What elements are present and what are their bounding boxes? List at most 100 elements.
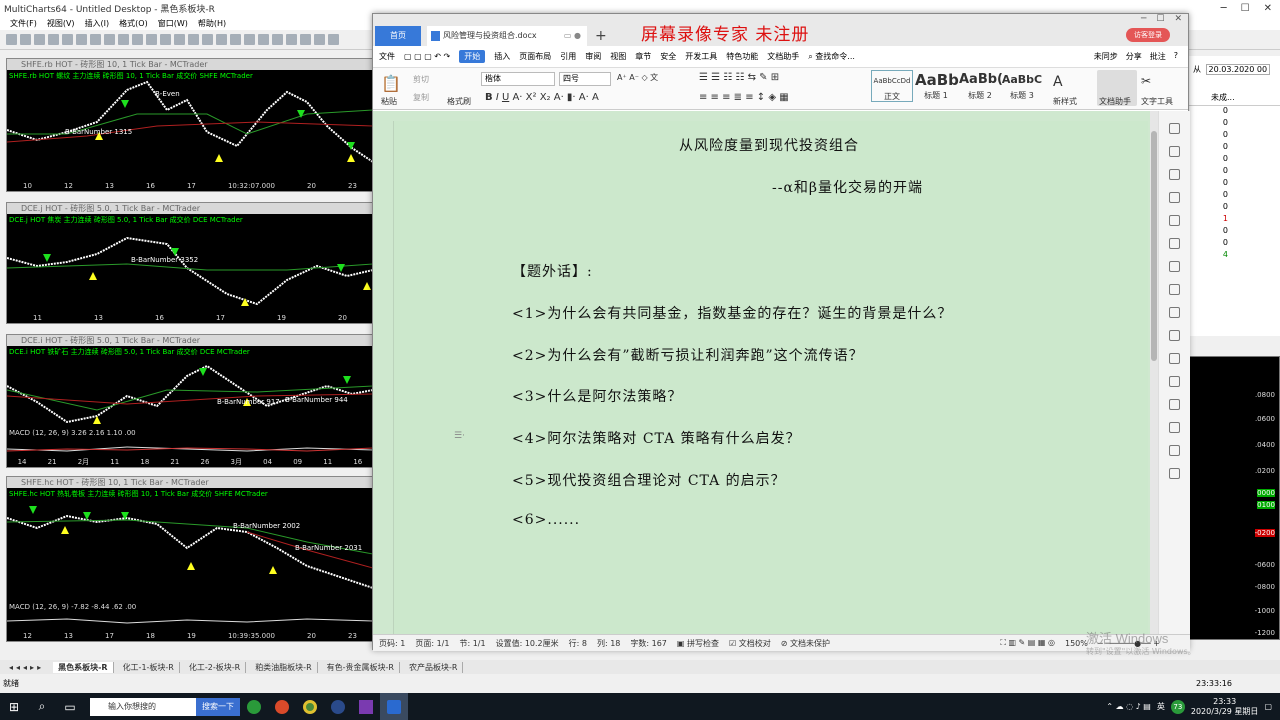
- sidebar-tool-icon[interactable]: [1169, 445, 1180, 456]
- app-icon[interactable]: [240, 693, 268, 720]
- date-field[interactable]: 20.03.2020 00: [1205, 64, 1271, 75]
- vertical-scrollbar[interactable]: [1150, 111, 1158, 636]
- text-tools-icon[interactable]: ✂: [1141, 74, 1151, 88]
- tool-icon[interactable]: [160, 34, 171, 45]
- tool-icon[interactable]: [300, 34, 311, 45]
- sidebar-tool-icon[interactable]: [1169, 307, 1180, 318]
- spell-check-button[interactable]: ▣ 拼写检查: [677, 638, 719, 649]
- command-search[interactable]: ⌕ 查找命令...: [808, 51, 855, 62]
- notification-badge[interactable]: 73: [1170, 699, 1185, 714]
- sidebar-tool-icon[interactable]: [1169, 261, 1180, 272]
- paragraph-icons[interactable]: ☰ ☰ ☷ ☷ ⇆ ✎ ⊞: [699, 72, 779, 83]
- minimize-icon[interactable]: ─: [1141, 14, 1146, 24]
- new-style-icon[interactable]: A: [1053, 74, 1063, 90]
- wps-writer-icon[interactable]: [380, 693, 408, 720]
- search-button[interactable]: 搜索一下: [196, 697, 240, 716]
- clock[interactable]: 23:33 2020/3/29 星期日: [1191, 697, 1259, 717]
- help-icon[interactable]: ?: [1174, 51, 1178, 62]
- paste-button[interactable]: 粘贴: [381, 96, 397, 107]
- quick-tools-icon[interactable]: ▢ ▢ ▢ ↶ ↷: [404, 52, 450, 61]
- ime-indicator[interactable]: 英: [1157, 701, 1165, 712]
- tool-icon[interactable]: [132, 34, 143, 45]
- view-mode-icons[interactable]: ⛶ ▥ ✎ ▤ ▦ ◎: [1000, 638, 1055, 648]
- menu-section[interactable]: 章节: [635, 51, 651, 62]
- tab-document[interactable]: 风险管理与投资组合.docx ▭ ●: [427, 26, 587, 46]
- sync-status[interactable]: 未同步: [1094, 51, 1118, 62]
- tab-nav-arrows[interactable]: ◂◂◂▸▸: [4, 663, 49, 672]
- chart-window-rb[interactable]: SHFE.rb HOT - 砖形图 10, 1 Tick Bar - MCTra…: [6, 58, 374, 192]
- protect-button[interactable]: ⊘ 文档未保护: [781, 638, 830, 649]
- share-button[interactable]: 分享: [1126, 51, 1142, 62]
- tool-icon[interactable]: [244, 34, 255, 45]
- sidebar-tool-icon[interactable]: [1169, 123, 1180, 134]
- comment-button[interactable]: 批注: [1150, 51, 1166, 62]
- visual-studio-icon[interactable]: [352, 693, 380, 720]
- tool-icon[interactable]: [20, 34, 31, 45]
- close-icon[interactable]: ✕: [1174, 14, 1182, 24]
- tool-icon[interactable]: [118, 34, 129, 45]
- notification-icon[interactable]: ▢: [1264, 702, 1272, 711]
- task-view-icon[interactable]: ▭: [56, 693, 84, 720]
- tool-icon[interactable]: [314, 34, 325, 45]
- sidebar-tool-icon[interactable]: [1169, 353, 1180, 364]
- maximize-icon[interactable]: ☐: [1241, 3, 1250, 14]
- mc-menu-insert[interactable]: 插入(I): [85, 18, 110, 29]
- tool-icon[interactable]: [62, 34, 73, 45]
- style-heading-3[interactable]: AaBbC 标题 3: [1001, 70, 1043, 102]
- menu-home[interactable]: 开始: [459, 50, 486, 63]
- font-size-tools-icon[interactable]: A⁺ A⁻ ◇ 文: [617, 72, 658, 83]
- search-icon[interactable]: ⌕: [28, 693, 56, 720]
- new-tab-button[interactable]: +: [595, 28, 607, 44]
- tool-icon[interactable]: [202, 34, 213, 45]
- menu-file[interactable]: 文件: [379, 51, 395, 62]
- tool-icon[interactable]: [216, 34, 227, 45]
- sidebar-tool-icon[interactable]: [1169, 330, 1180, 341]
- chrome-icon[interactable]: [296, 693, 324, 720]
- font-name-select[interactable]: 楷体: [481, 72, 555, 86]
- font-size-select[interactable]: 四号: [559, 72, 611, 86]
- tool-icon[interactable]: [90, 34, 101, 45]
- close-tab-icon[interactable]: ▭ ●: [564, 26, 581, 46]
- document-area[interactable]: 从风险度量到现代投资组合 --α和β量化交易的开端 【题外话】: <1>为什么会…: [373, 111, 1170, 641]
- tray-icons[interactable]: ⌃ ☁ ◌ ♪ ▤: [1106, 702, 1151, 711]
- sidebar-tool-icon[interactable]: [1169, 215, 1180, 226]
- tool-icon[interactable]: [272, 34, 283, 45]
- menu-references[interactable]: 引用: [560, 51, 576, 62]
- menu-view[interactable]: 视图: [610, 51, 626, 62]
- mc-menu-window[interactable]: 窗口(W): [158, 18, 188, 29]
- sidebar-tool-icon[interactable]: [1169, 192, 1180, 203]
- mc-menu-file[interactable]: 文件(F): [10, 18, 37, 29]
- menu-insert[interactable]: 插入: [494, 51, 510, 62]
- sidebar-tool-icon[interactable]: [1169, 422, 1180, 433]
- browser-search-input[interactable]: 输入你想搜的: [90, 697, 196, 716]
- mc-menu-view[interactable]: 视图(V): [47, 18, 75, 29]
- chart-window-i[interactable]: DCE.i HOT - 砖形图 5.0, 1 Tick Bar - MCTrad…: [6, 334, 374, 468]
- guest-login-button[interactable]: 访客登录: [1126, 28, 1170, 42]
- app-icon[interactable]: [324, 693, 352, 720]
- tool-icon[interactable]: [104, 34, 115, 45]
- tool-icon[interactable]: [286, 34, 297, 45]
- proofread-button[interactable]: ☑ 文档校对: [729, 638, 771, 649]
- format-painter-button[interactable]: 格式刷: [447, 96, 471, 107]
- tool-icon[interactable]: [328, 34, 339, 45]
- chart-window-hc[interactable]: SHFE.hc HOT - 砖形图 10, 1 Tick Bar - MCTra…: [6, 476, 374, 642]
- sidebar-tool-icon[interactable]: [1169, 146, 1180, 157]
- sidebar-tool-icon[interactable]: [1169, 376, 1180, 387]
- sidebar-tool-icon[interactable]: [1169, 169, 1180, 180]
- zoom-level[interactable]: 150%: [1065, 639, 1088, 648]
- mc-menu-format[interactable]: 格式(O): [119, 18, 148, 29]
- copy-button[interactable]: 复制: [413, 92, 429, 103]
- paragraph-handle-icon[interactable]: ☰·: [454, 431, 465, 441]
- sheet-tab[interactable]: 农产品板块-R: [404, 661, 464, 673]
- font-format-icons[interactable]: B I U A· X² X₂ A· ▮· A· A: [485, 92, 599, 103]
- tool-icon[interactable]: [34, 34, 45, 45]
- tool-icon[interactable]: [230, 34, 241, 45]
- style-heading-2[interactable]: AaBb(标题 2: [959, 70, 1003, 102]
- text-tools-button[interactable]: 文字工具: [1141, 96, 1173, 107]
- tool-icon[interactable]: [188, 34, 199, 45]
- sheet-tab[interactable]: 黑色系板块-R: [53, 661, 114, 673]
- maximize-icon[interactable]: ☐: [1156, 14, 1164, 24]
- right-price-chart[interactable]: .0800 .0600 .0400 .0200 0000 0100 -0200 …: [1188, 356, 1280, 640]
- close-icon[interactable]: ✕: [1264, 3, 1272, 14]
- sheet-tab[interactable]: 粕类油脂板块-R: [250, 661, 318, 673]
